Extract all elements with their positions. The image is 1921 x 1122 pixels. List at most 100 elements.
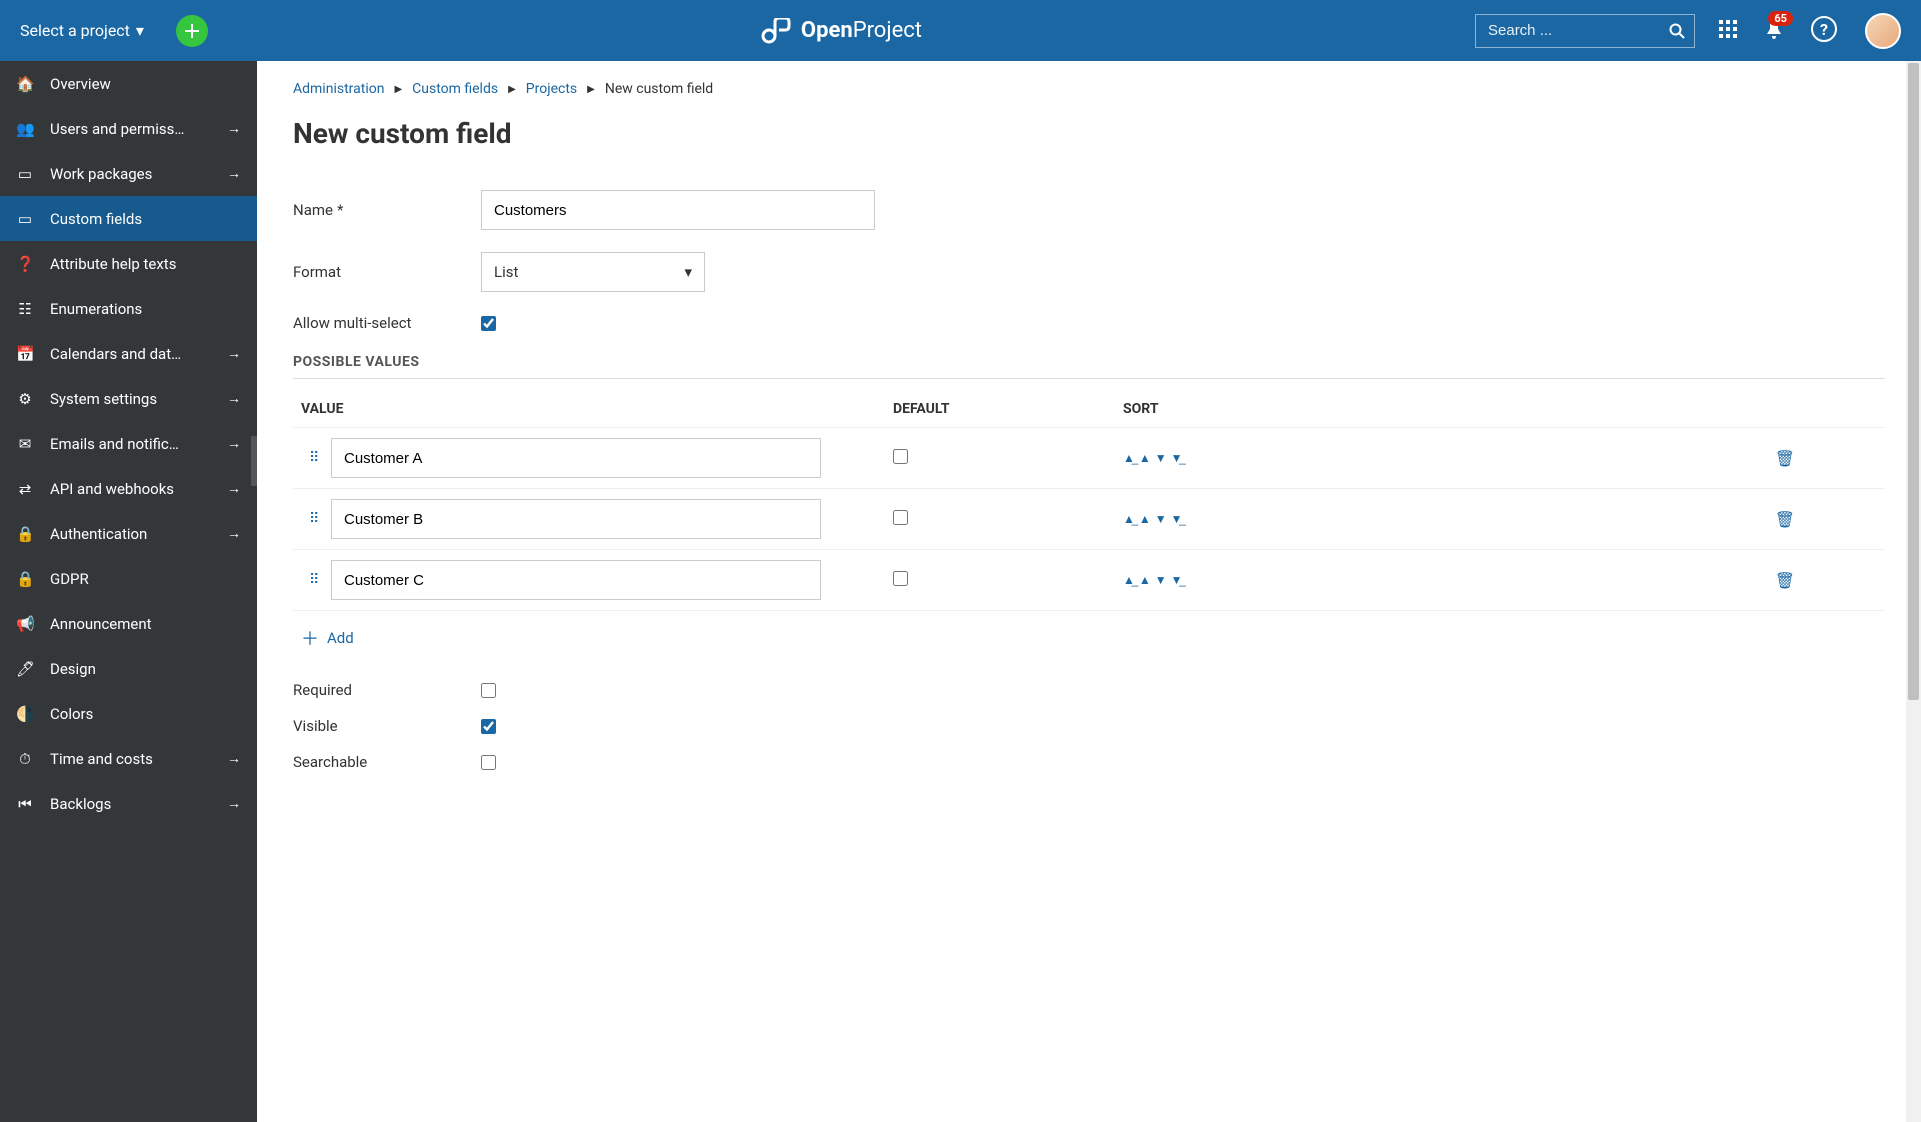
sidebar-item-label: Custom fields	[50, 210, 241, 228]
arrow-right-icon: →	[227, 435, 241, 452]
sidebar-item-attribute-help-texts[interactable]: ❓ Attribute help texts	[0, 241, 257, 286]
add-new-button[interactable]	[176, 15, 208, 47]
top-header: Select a project ▾ OpenProject 65 ?	[0, 0, 1921, 61]
move-top-icon[interactable]: ▲̲	[1123, 573, 1135, 587]
logo: OpenProject	[208, 18, 1475, 44]
sidebar-item-label: Attribute help texts	[50, 255, 241, 273]
delete-icon[interactable]: 🗑	[1775, 449, 1795, 468]
default-checkbox[interactable]	[893, 510, 908, 525]
add-value-button[interactable]: ＋ Add	[293, 610, 1885, 681]
col-header-value: VALUE	[293, 401, 893, 417]
search-wrapper	[1475, 14, 1695, 48]
section-possible-values: POSSIBLE VALUES	[293, 354, 1885, 370]
logo-text-bold: Open	[801, 18, 853, 43]
sidebar-icon: ❓	[16, 255, 34, 273]
label-allow-multi: Allow multi-select	[293, 314, 481, 332]
sidebar-item-label: Enumerations	[50, 300, 241, 318]
value-input[interactable]	[331, 499, 821, 539]
sidebar-item-authentication[interactable]: 🔒 Authentication →	[0, 511, 257, 556]
sidebar-icon: ▭	[16, 165, 34, 183]
sidebar-item-gdpr[interactable]: 🔒 GDPR	[0, 556, 257, 601]
arrow-right-icon: →	[227, 390, 241, 407]
breadcrumb-link-custom-fields[interactable]: Custom fields	[412, 81, 498, 97]
move-top-icon[interactable]: ▲̲	[1123, 512, 1135, 526]
move-down-icon[interactable]: ▼	[1155, 573, 1167, 587]
user-avatar[interactable]	[1865, 13, 1901, 49]
col-header-default: DEFAULT	[893, 401, 1123, 417]
sidebar-icon: 📢	[16, 615, 34, 633]
sidebar-item-backlogs[interactable]: ⏮ Backlogs →	[0, 781, 257, 826]
notification-badge: 65	[1768, 11, 1793, 26]
name-input[interactable]	[481, 190, 875, 230]
sidebar-item-time-and-costs[interactable]: ⏱ Time and costs →	[0, 736, 257, 781]
move-up-icon[interactable]: ▲	[1139, 573, 1151, 587]
scrollbar[interactable]	[1906, 61, 1921, 1122]
label-searchable: Searchable	[293, 753, 481, 771]
sidebar-item-design[interactable]: 🖊 Design	[0, 646, 257, 691]
default-checkbox[interactable]	[893, 449, 908, 464]
help-icon: ?	[1811, 16, 1837, 42]
default-checkbox[interactable]	[893, 571, 908, 586]
delete-icon[interactable]: 🗑	[1775, 510, 1795, 529]
move-up-icon[interactable]: ▲	[1139, 451, 1151, 465]
drag-handle-icon[interactable]: ⠿	[301, 572, 325, 588]
value-input[interactable]	[331, 560, 821, 600]
allow-multi-checkbox[interactable]	[481, 316, 496, 331]
sidebar-item-label: Emails and notific…	[50, 435, 211, 453]
breadcrumb-current: New custom field	[605, 81, 713, 97]
visible-checkbox[interactable]	[481, 719, 496, 734]
sidebar-item-calendars-and-dat[interactable]: 📅 Calendars and dat… →	[0, 331, 257, 376]
search-input[interactable]	[1475, 14, 1695, 48]
sidebar-item-enumerations[interactable]: ☷ Enumerations	[0, 286, 257, 331]
modules-button[interactable]	[1719, 20, 1737, 42]
sidebar-item-work-packages[interactable]: ▭ Work packages →	[0, 151, 257, 196]
help-button[interactable]: ?	[1811, 16, 1837, 46]
sidebar-icon: 📅	[16, 345, 34, 363]
notifications-button[interactable]: 65	[1765, 19, 1783, 43]
searchable-checkbox[interactable]	[481, 755, 496, 770]
sidebar-item-label: Time and costs	[50, 750, 211, 768]
format-value: List	[494, 263, 518, 281]
label-format: Format	[293, 263, 481, 281]
main-content: Administration ▶ Custom fields ▶ Project…	[257, 61, 1921, 1122]
sidebar-item-overview[interactable]: 🏠 Overview	[0, 61, 257, 106]
drag-handle-icon[interactable]: ⠿	[301, 450, 325, 466]
move-bottom-icon[interactable]: ▼̲	[1171, 451, 1183, 465]
values-header: VALUE DEFAULT SORT	[293, 391, 1885, 427]
breadcrumb-link-administration[interactable]: Administration	[293, 81, 384, 97]
sidebar-item-colors[interactable]: 🌗 Colors	[0, 691, 257, 736]
sidebar-item-announcement[interactable]: 📢 Announcement	[0, 601, 257, 646]
sidebar-item-label: GDPR	[50, 570, 241, 588]
required-checkbox[interactable]	[481, 683, 496, 698]
sidebar-item-custom-fields[interactable]: ▭ Custom fields	[0, 196, 257, 241]
move-top-icon[interactable]: ▲̲	[1123, 451, 1135, 465]
logo-text-light: Project	[853, 18, 922, 43]
move-up-icon[interactable]: ▲	[1139, 512, 1151, 526]
project-selector[interactable]: Select a project ▾	[20, 21, 144, 40]
move-bottom-icon[interactable]: ▼̲	[1171, 512, 1183, 526]
value-input[interactable]	[331, 438, 821, 478]
sidebar-item-emails-and-notific[interactable]: ✉ Emails and notific… →	[0, 421, 257, 466]
grid-icon	[1719, 20, 1737, 38]
header-actions: 65 ?	[1719, 13, 1901, 49]
format-select[interactable]: List ▾	[481, 252, 705, 292]
search-icon	[1669, 23, 1685, 39]
sidebar-icon: ✉	[16, 435, 34, 453]
caret-down-icon: ▾	[136, 21, 144, 40]
sidebar-item-label: System settings	[50, 390, 211, 408]
project-selector-label: Select a project	[20, 21, 130, 40]
sidebar-item-system-settings[interactable]: ⚙ System settings →	[0, 376, 257, 421]
delete-icon[interactable]: 🗑	[1775, 571, 1795, 590]
move-down-icon[interactable]: ▼	[1155, 451, 1167, 465]
sidebar-item-users-and-permiss[interactable]: 👥 Users and permiss… →	[0, 106, 257, 151]
scrollbar-thumb[interactable]	[1908, 63, 1919, 700]
move-bottom-icon[interactable]: ▼̲	[1171, 573, 1183, 587]
breadcrumb-link-projects[interactable]: Projects	[526, 81, 577, 97]
sidebar-item-label: Colors	[50, 705, 241, 723]
sidebar-item-api-and-webhooks[interactable]: ⇄ API and webhooks →	[0, 466, 257, 511]
sidebar-item-label: Backlogs	[50, 795, 211, 813]
arrow-right-icon: →	[227, 750, 241, 767]
move-down-icon[interactable]: ▼	[1155, 512, 1167, 526]
drag-handle-icon[interactable]: ⠿	[301, 511, 325, 527]
sidebar-item-label: Announcement	[50, 615, 241, 633]
